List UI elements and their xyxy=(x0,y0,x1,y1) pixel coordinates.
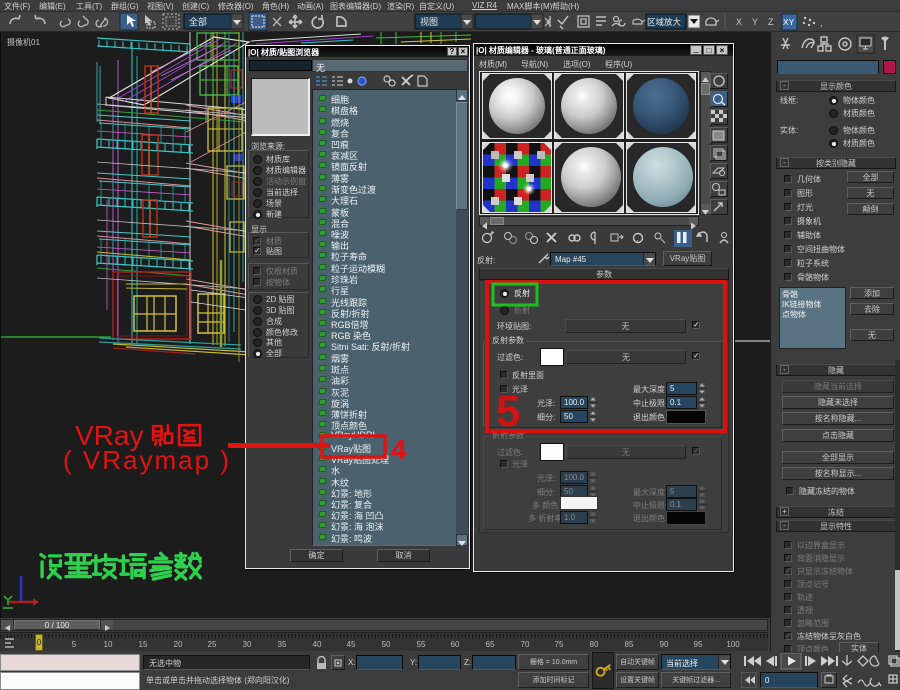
svg-text:,: , xyxy=(820,18,823,28)
svg-text:区域放大: 区域放大 xyxy=(647,17,682,27)
svg-text:,: , xyxy=(636,234,638,243)
svg-text:XY: XY xyxy=(783,17,795,27)
svg-text:视图: 视图 xyxy=(420,16,438,27)
svg-text:Y: Y xyxy=(752,17,758,27)
svg-text:全部: 全部 xyxy=(189,16,207,27)
svg-text:Z: Z xyxy=(768,17,774,27)
svg-text:X: X xyxy=(736,17,742,27)
